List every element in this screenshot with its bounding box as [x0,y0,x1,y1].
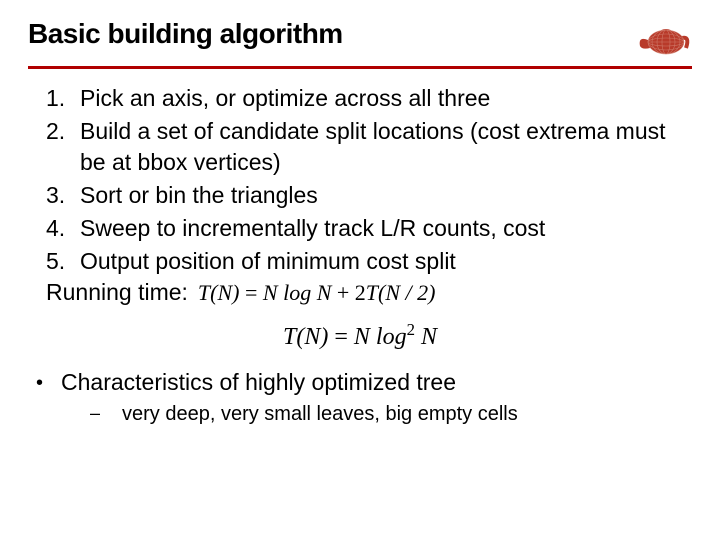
sub-bullet-row: – very deep, very small leaves, big empt… [90,403,692,426]
formula-2-row: T(N) = N log2 N [28,320,692,351]
f2-lhs: T(N) [283,324,328,350]
f2-exp: 2 [407,320,415,339]
formula-1: T(N) = N log N + 2T(N / 2) [198,280,436,306]
step-item: Sort or bin the triangles [46,180,692,211]
slide: Basic building algorithm Pick an axis, o… [0,0,720,540]
title-divider [28,66,692,69]
f2-tail: N [415,324,437,350]
sub-bullet-text: very deep, very small leaves, big empty … [122,403,518,426]
f1-plus: + 2 [331,280,365,305]
header-row: Basic building algorithm [28,18,692,66]
step-item: Pick an axis, or optimize across all thr… [46,83,692,114]
step-item: Output position of minimum cost split [46,246,692,277]
algorithm-steps: Pick an axis, or optimize across all thr… [46,83,692,277]
bullet-marker-icon: • [36,369,43,397]
step-item: Sweep to incrementally track L/R counts,… [46,213,692,244]
dash-marker-icon: – [90,403,100,424]
running-time-row: Running time: T(N) = N log N + 2T(N / 2) [46,279,692,306]
running-time-label: Running time: [46,279,188,306]
step-item: Build a set of candidate split locations… [46,116,692,178]
f2-rhs: N log [354,324,407,350]
bullet-row: • Characteristics of highly optimized tr… [36,369,692,397]
f1-b: T(N / 2) [366,280,436,305]
f1-lhs: T(N) [198,280,240,305]
page-title: Basic building algorithm [28,18,343,50]
bullet-text: Characteristics of highly optimized tree [61,369,456,396]
f1-a: N log N [263,280,331,305]
formula-2: T(N) = N log2 N [283,324,437,350]
teapot-logo-icon [632,18,692,60]
